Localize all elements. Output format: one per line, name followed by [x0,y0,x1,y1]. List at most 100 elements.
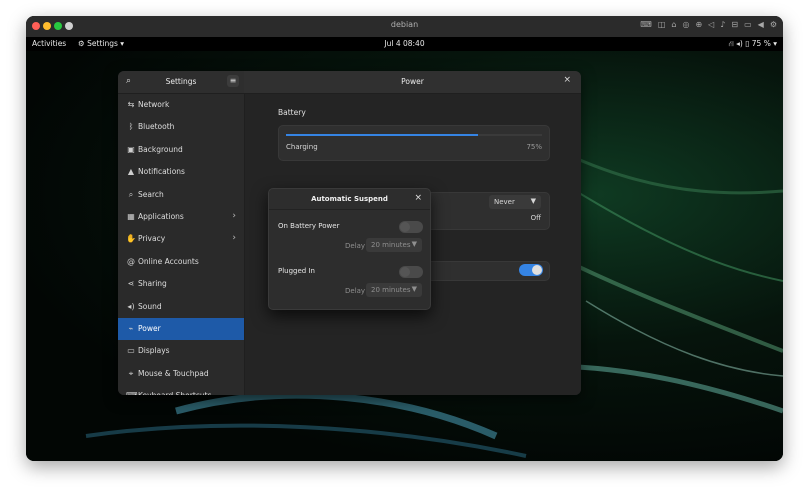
sidebar-item-privacy[interactable]: ✋ Privacy › [118,228,244,250]
sidebar-item-label: Displays [138,346,170,356]
plugged-delay-dropdown[interactable]: 20 minutes ▼ [366,283,422,297]
camera-icon[interactable]: ◎ [682,20,689,29]
dialog-divider [269,209,430,210]
sidebar-item-label: Bluetooth [138,122,175,132]
sidebar-item-bluetooth[interactable]: ᛒ Bluetooth [118,116,244,138]
sidebar-item-notifications[interactable]: ▲ Notifications [118,161,244,183]
toggle-knob [532,265,542,275]
sidebar-item-label: Search [138,189,164,199]
share-icon: ⋖ [127,279,135,289]
sidebar-item-mouse-touchpad[interactable]: ⌖ Mouse & Touchpad [118,363,244,385]
sidebar-item-label: Sharing [138,279,167,289]
battery-delay-value: 20 minutes [371,241,411,249]
apps-grid-icon: ▦ [127,212,135,221]
vm-titlebar: debian ⌨ ◫ ⌂ ◎ ⊕ ◁ ♪ ⊟ ▭ ◀ ⚙ [26,16,783,38]
power-icon: ⌁ [128,324,134,333]
sidebar-header: ⌕ Settings ≡ [118,71,245,94]
battery-section-title: Battery [278,108,306,117]
toggle-switch[interactable] [519,264,543,276]
usb-icon[interactable]: ⌂ [671,20,676,29]
printer-icon[interactable]: ⊟ [731,20,738,29]
plugged-in-switch[interactable] [399,266,423,278]
chevron-down-icon: ▼ [411,240,417,248]
battery-delay-dropdown[interactable]: 20 minutes ▼ [366,238,422,252]
hand-icon: ✋ [126,234,136,244]
desktop-background: ⌕ Settings ≡ Power × ⇆ Network ᛒ Bluetooth ▣… [26,51,783,461]
sidebar-item-label: Applications [138,212,184,221]
vm-window: debian ⌨ ◫ ⌂ ◎ ⊕ ◁ ♪ ⊟ ▭ ◀ ⚙ Activities … [26,16,783,461]
sidebar-item-label: Background [138,144,183,154]
sidebar-item-sharing[interactable]: ⋖ Sharing [118,273,244,295]
battery-icon: ▯ [745,39,750,48]
disk-icon[interactable]: ◫ [658,20,666,29]
sidebar-item-applications[interactable]: ▦ Applications › [118,206,244,228]
bluetooth-icon: ᛒ [128,122,134,132]
volume-icon: ◂) [736,39,743,48]
sidebar-item-label: Power [138,324,161,333]
sidebar-item-label: Privacy [138,234,166,244]
sidebar-item-label: Sound [138,301,162,311]
sidebar-item-power[interactable]: ⌁ Power [118,318,244,340]
sidebar-item-keyboard-shortcuts[interactable]: ⌨Keyboard Shortcuts [118,385,244,395]
hamburger-menu-icon[interactable]: ≡ [227,75,239,87]
switch-knob [400,222,410,232]
bell-icon: ▲ [127,167,135,177]
sidebar-item-background[interactable]: ▣ Background [118,139,244,161]
on-battery-switch[interactable] [399,221,423,233]
keyboard-icon: ⌨ [126,391,138,395]
network-icon: ⛙ [728,39,734,48]
sidebar-item-network[interactable]: ⇆ Network [118,94,244,116]
speaker-icon: ◂) [127,301,135,311]
dialog-title: Automatic Suspend [311,195,388,203]
sidebar-title: Settings [165,77,197,86]
settings-sidebar: ⇆ Network ᛒ Bluetooth ▣ Background ▲ Notificati… [118,94,245,395]
automatic-suspend-dialog: Automatic Suspend × On Battery Power Del… [268,188,431,310]
switch-knob [400,267,410,277]
gnome-top-bar: Activities ⚙ Settings ▾ Jul 4 08:40 ⛙ ◂)… [26,37,783,51]
network-icon[interactable]: ⊕ [695,20,702,29]
chevron-down-icon: ▼ [530,197,536,205]
close-icon[interactable]: × [563,75,571,85]
sidebar-item-label: Notifications [138,167,185,177]
display-icon: ▭ [127,346,135,356]
at-icon: @ [127,256,135,266]
chevron-down-icon: ▼ [411,285,417,293]
screen-blank-value: Never [494,198,515,206]
close-icon[interactable]: × [414,193,422,203]
sidebar-item-online-accounts[interactable]: @ Online Accounts [118,251,244,273]
chevron-down-icon: ▾ [773,39,777,48]
mic-icon[interactable]: ♪ [720,20,725,29]
sidebar-item-sound[interactable]: ◂) Sound [118,296,244,318]
battery-percent: 75 % [751,39,771,48]
chevron-right-icon: › [232,211,236,221]
panel-header: Power × [244,71,581,94]
battery-level-bar [286,134,542,136]
plugged-delay-label: Delay [345,287,366,295]
screen-blank-dropdown[interactable]: Never ▼ [489,195,541,209]
battery-level-fill [286,134,478,136]
clock[interactable]: Jul 4 08:40 [26,39,783,48]
back-icon[interactable]: ◀ [758,20,764,29]
display-icon[interactable]: ▭ [744,20,752,29]
sidebar-item-label: Keyboard Shortcuts [138,391,212,395]
sidebar-item-label: Network [138,100,170,109]
chevron-right-icon: › [232,233,236,244]
on-battery-label: On Battery Power [278,222,340,230]
speaker-icon[interactable]: ◁ [708,20,714,29]
vm-status-icons: ⌨ ◫ ⌂ ◎ ⊕ ◁ ♪ ⊟ ▭ ◀ ⚙ [640,20,777,29]
search-icon: ⌕ [128,189,134,199]
sidebar-item-displays[interactable]: ▭ Displays [118,340,244,362]
plugged-in-label: Plugged In [278,267,315,275]
mouse-icon: ⌖ [128,368,134,378]
battery-delay-label: Delay [345,242,366,250]
battery-status: Charging [286,143,318,151]
off-value: Off [530,214,541,222]
sidebar-item-search[interactable]: ⌕ Search [118,184,244,206]
background-icon: ▣ [127,144,135,154]
plugged-delay-value: 20 minutes [371,286,411,294]
panel-title: Power [401,77,424,86]
battery-percent-label: 75% [526,143,542,151]
keyboard-icon[interactable]: ⌨ [640,20,652,29]
system-status[interactable]: ⛙ ◂) ▯ 75 % ▾ [728,39,777,49]
settings-icon[interactable]: ⚙ [770,20,777,29]
